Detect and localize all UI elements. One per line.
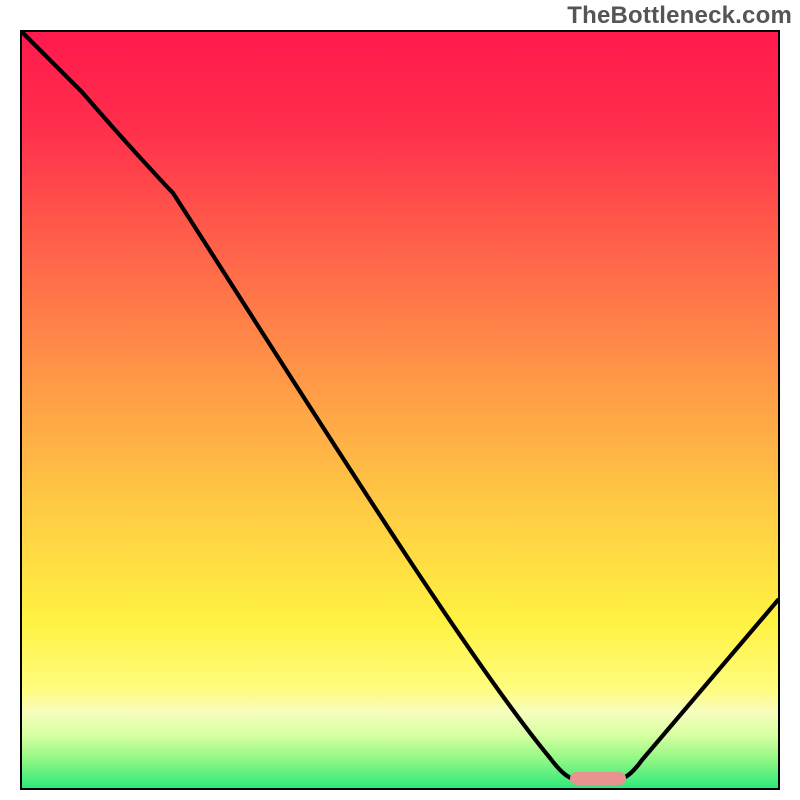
bottleneck-curve-path <box>22 32 778 780</box>
plot-frame <box>20 30 780 790</box>
curve-svg <box>22 32 778 788</box>
min-marker <box>570 772 626 785</box>
chart-stage: TheBottleneck.com <box>0 0 800 800</box>
watermark-text: TheBottleneck.com <box>567 2 792 30</box>
